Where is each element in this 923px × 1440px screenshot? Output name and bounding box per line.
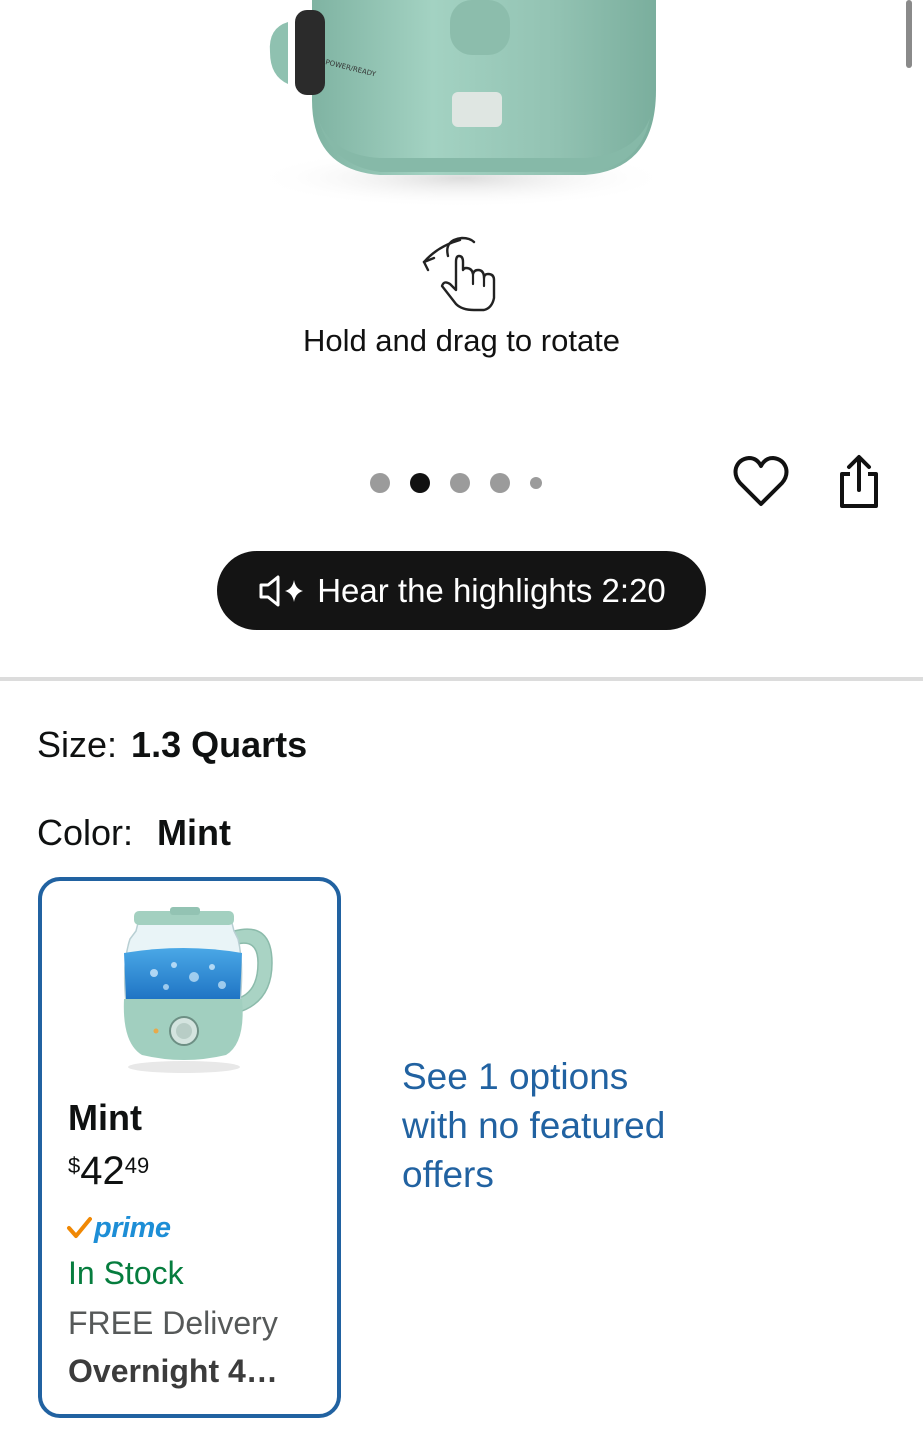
- delivery-date: Overnight 4…: [68, 1353, 278, 1389]
- delivery-text: FREE Delivery: [68, 1305, 278, 1341]
- product-3d-image[interactable]: POWER/READY: [230, 0, 710, 230]
- size-label: Size:: [37, 724, 118, 765]
- share-icon[interactable]: [830, 452, 888, 512]
- price-whole: 42: [80, 1149, 125, 1193]
- prime-label: prime: [94, 1211, 171, 1244]
- hear-highlights-button[interactable]: Hear the highlights 2:20: [217, 551, 706, 630]
- size-selection: Size: 1.3 Quarts: [37, 724, 307, 766]
- price-currency: $: [68, 1153, 81, 1178]
- see-options-link[interactable]: See 1 options with no featured offers: [402, 1052, 682, 1199]
- color-label: Color:: [37, 812, 134, 853]
- carousel-dot[interactable]: [530, 477, 542, 489]
- price-cents: 49: [124, 1153, 150, 1178]
- heart-icon[interactable]: [732, 454, 790, 510]
- rotate-gesture-icon: [422, 236, 496, 312]
- color-selection: Color: Mint: [37, 812, 231, 854]
- size-value: 1.3 Quarts: [131, 724, 308, 765]
- carousel-dot-active[interactable]: [410, 473, 430, 493]
- stock-status: In Stock: [68, 1255, 184, 1291]
- hear-highlights-label: Hear the highlights 2:20: [317, 571, 666, 609]
- section-divider: [0, 677, 923, 681]
- image-carousel-dots[interactable]: [370, 470, 542, 496]
- carousel-dot[interactable]: [490, 473, 510, 493]
- swatch-price: $4249: [68, 1149, 149, 1194]
- color-swatch-card-selected[interactable]: Mint $4249 prime In Stock FREE Delivery …: [38, 877, 341, 1418]
- speaker-sparkle-icon: [259, 575, 304, 606]
- carousel-dot[interactable]: [370, 473, 390, 493]
- rotate-hint-text: Hold and drag to rotate: [302, 323, 621, 358]
- scrollbar[interactable]: [906, 0, 912, 68]
- swatch-name: Mint: [68, 1097, 142, 1138]
- swatch-kettle-image: [123, 907, 273, 1073]
- prime-check-icon: [67, 1217, 92, 1238]
- prime-badge: prime: [66, 1211, 171, 1245]
- carousel-dot[interactable]: [450, 473, 470, 493]
- color-value: Mint: [157, 812, 231, 853]
